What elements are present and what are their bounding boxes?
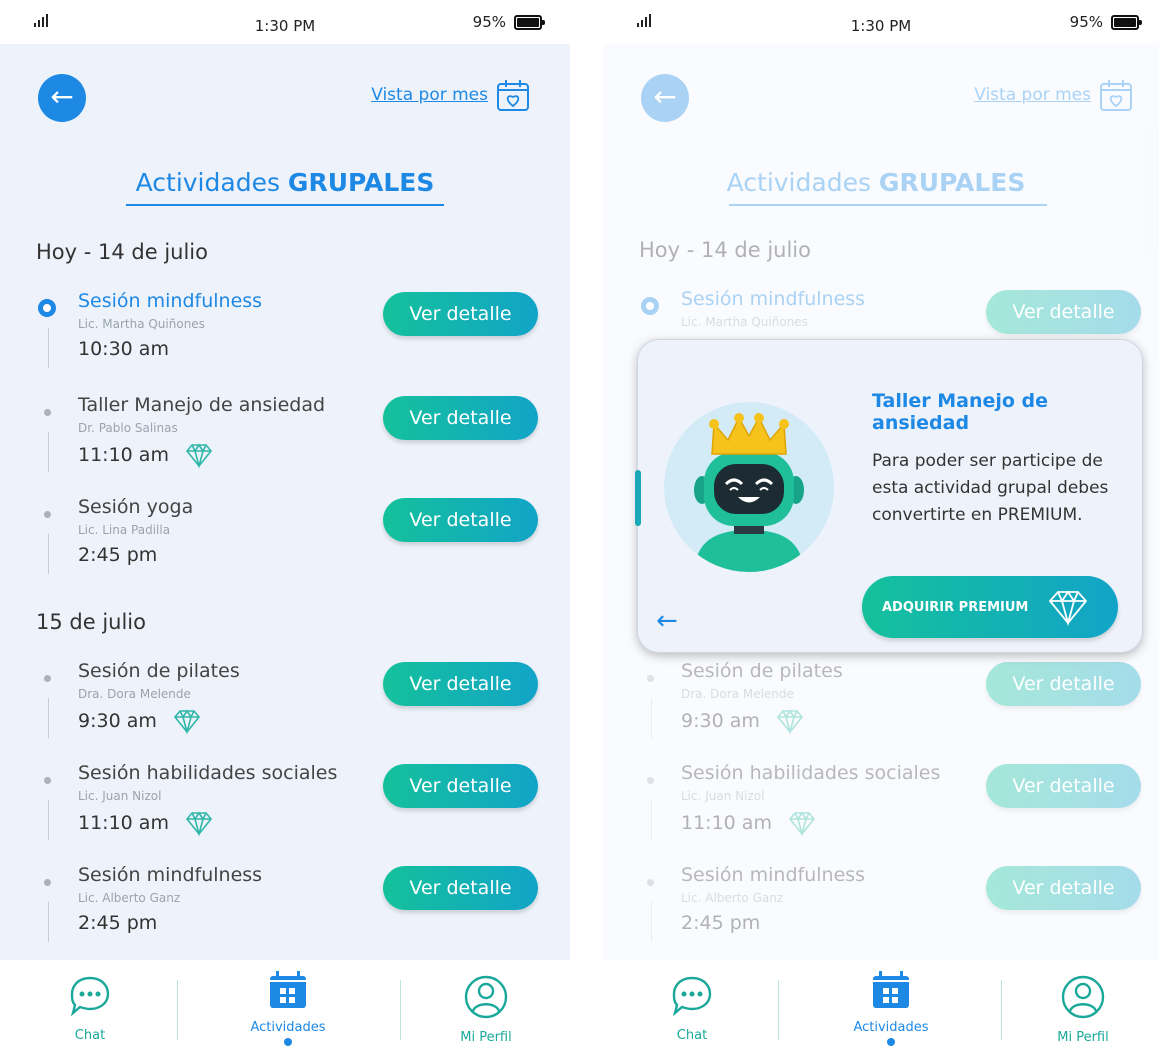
title-underline (126, 204, 444, 206)
nav-activities[interactable]: Actividades (816, 970, 966, 1035)
premium-diamond-icon (185, 811, 212, 836)
activities-screen-modal: 1:30 PM 95% ← Vista por mes Actividades … (603, 0, 1159, 1053)
premium-modal: Taller Manejo de ansiedad Para poder ser… (635, 339, 1143, 653)
calendar-heart-icon (497, 80, 529, 111)
timeline-active-icon (36, 297, 58, 319)
status-bar: 1:30 PM 95% (603, 0, 1159, 44)
battery-percent: 95% (472, 13, 506, 31)
view-detail-button[interactable]: Ver detalle (383, 498, 538, 542)
activity-time: 9:30 am (78, 708, 203, 734)
activity-time: 10:30 am (78, 338, 169, 360)
premium-diamond-icon (173, 709, 200, 734)
day-label: 15 de julio (36, 610, 146, 634)
modal-drag-handle[interactable] (635, 470, 641, 526)
nav-profile[interactable]: Mi Perfil (1008, 974, 1158, 1045)
nav-activities[interactable]: Actividades (213, 970, 363, 1035)
battery-icon (1111, 14, 1142, 30)
activity-name: Sesión habilidades sociales (78, 762, 338, 784)
activity-time: 11:10 am (78, 810, 215, 836)
back-button[interactable]: ← (38, 74, 86, 122)
timeline-dot-icon (36, 769, 58, 791)
battery-percent: 95% (1069, 13, 1103, 31)
activity-time: 2:45 pm (78, 912, 158, 934)
month-view-link[interactable]: Vista por mes (371, 78, 530, 112)
main-content: ← Vista por mes Actividades GRUPALES Hoy… (0, 44, 570, 960)
user-profile-icon (1061, 975, 1105, 1019)
activity-host: Dr. Pablo Salinas (78, 421, 178, 435)
activity-time: 2:45 pm (78, 544, 158, 566)
day-label: Hoy - 14 de julio (36, 240, 208, 264)
robot-crown-icon (694, 413, 804, 572)
page-title: Actividades GRUPALES (135, 168, 435, 197)
battery: 95% (472, 13, 545, 31)
activity-host: Lic. Martha Quiñones (78, 317, 205, 331)
arrow-left-icon: ← (50, 80, 74, 113)
nav-chat[interactable]: Chat (617, 974, 767, 1043)
activity-name: Sesión yoga (78, 496, 194, 518)
timeline-dot-icon (36, 871, 58, 893)
activity-name: Sesión de pilates (78, 660, 240, 682)
acquire-premium-button[interactable]: ADQUIRIR PREMIUM (862, 576, 1118, 638)
activity-item: Sesión yoga Lic. Lina Padilla 2:45 pm Ve… (36, 496, 538, 576)
nav-profile[interactable]: Mi Perfil (411, 974, 561, 1045)
activity-host: Lic. Juan Nizol (78, 789, 162, 803)
premium-diamond-icon (185, 443, 212, 468)
modal-back-arrow-icon[interactable]: ← (656, 606, 678, 636)
battery: 95% (1069, 13, 1142, 31)
activities-screen: 1:30 PM 95% ← Vista por mes Actividades … (0, 0, 570, 1053)
activity-item: Sesión mindfulness Lic. Martha Quiñones … (36, 290, 538, 370)
timeline-dot-icon (36, 503, 58, 525)
calendar-grid-icon (873, 971, 909, 1008)
active-indicator (284, 1038, 292, 1046)
activity-host: Dra. Dora Melende (78, 687, 191, 701)
activity-name: Taller Manejo de ansiedad (78, 394, 326, 416)
battery-icon (514, 14, 545, 30)
activity-host: Lic. Alberto Ganz (78, 891, 181, 905)
calendar-grid-icon (270, 971, 306, 1008)
chat-bubble-icon (70, 976, 110, 1017)
timeline-dot-icon (36, 667, 58, 689)
nav-chat[interactable]: Chat (15, 974, 165, 1043)
chat-bubble-icon (672, 976, 712, 1017)
robot-illustration (664, 402, 834, 572)
view-detail-button[interactable]: Ver detalle (383, 396, 538, 440)
view-detail-button[interactable]: Ver detalle (383, 764, 538, 808)
month-view-label: Vista por mes (371, 85, 488, 105)
activity-name: Sesión mindfulness (78, 864, 263, 886)
timeline-dot-icon (36, 401, 58, 423)
status-bar: 1:30 PM 95% (0, 0, 570, 44)
user-profile-icon (464, 975, 508, 1019)
activity-item: Sesión mindfulness Lic. Alberto Ganz 2:4… (36, 864, 538, 944)
view-detail-button[interactable]: Ver detalle (383, 292, 538, 336)
activity-item: Sesión habilidades sociales Lic. Juan Ni… (36, 762, 538, 842)
activity-item: Sesión de pilates Dra. Dora Melende 9:30… (36, 660, 538, 740)
active-indicator (887, 1038, 895, 1046)
bottom-nav: Chat Actividades Mi Perfil (603, 960, 1159, 1053)
modal-title: Taller Manejo de ansiedad (872, 390, 1049, 434)
activity-host: Lic. Lina Padilla (78, 523, 171, 537)
bottom-nav: Chat Actividades Mi Perfil (0, 960, 570, 1053)
view-detail-button[interactable]: Ver detalle (383, 866, 538, 910)
view-detail-button[interactable]: Ver detalle (383, 662, 538, 706)
activity-time: 11:10 am (78, 442, 215, 468)
premium-diamond-icon (1049, 590, 1088, 626)
modal-text: Para poder ser participe de esta activid… (872, 451, 1109, 525)
activity-name: Sesión mindfulness (78, 290, 263, 312)
activity-item: Taller Manejo de ansiedad Dr. Pablo Sali… (36, 394, 538, 474)
